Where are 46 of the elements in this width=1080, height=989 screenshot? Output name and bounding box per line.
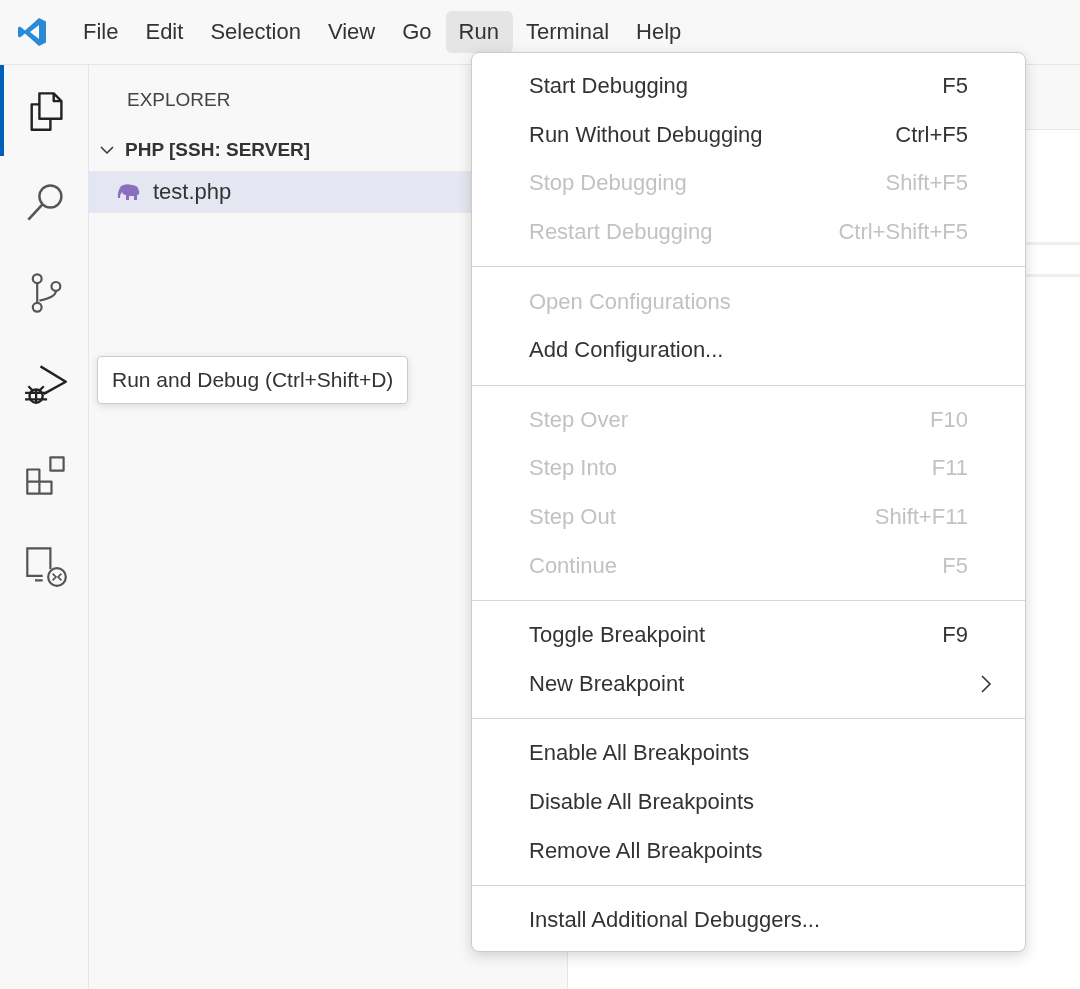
menu-item[interactable]: Install Additional Debuggers... xyxy=(472,895,1025,945)
shortcut-label: F5 xyxy=(942,552,968,579)
menu-item-label: Add Configuration... xyxy=(529,337,724,364)
app-logo-icon xyxy=(16,16,48,48)
menu-item-label: Toggle Breakpoint xyxy=(529,622,706,649)
shortcut-label: Shift+F11 xyxy=(874,504,968,531)
menu-bar-item[interactable]: View xyxy=(314,11,390,53)
menu-bar-item[interactable]: Run xyxy=(445,11,513,53)
menu-item[interactable]: Remove All Breakpoints xyxy=(472,826,1025,875)
menu-item[interactable]: Toggle Breakpoint F9 xyxy=(472,610,1025,660)
menu-bar-item[interactable]: File xyxy=(70,11,133,53)
menu-bar-item[interactable]: Go xyxy=(389,11,446,53)
menu-item-label: Continue xyxy=(529,552,618,579)
tooltip: Run and Debug (Ctrl+Shift+D) xyxy=(97,356,409,404)
menu-item-label: Step Out xyxy=(529,504,616,531)
menu-item-label: Restart Debugging xyxy=(529,219,713,246)
menu-item-label: Step Into xyxy=(529,455,618,482)
menu-item-label: Install Additional Debuggers... xyxy=(529,907,821,934)
shortcut-label: F9 xyxy=(942,622,968,649)
menu-bar-item[interactable]: Selection xyxy=(197,11,315,53)
menu-item-label: Step Over xyxy=(529,406,629,433)
folder-name: PHP [SSH: SERVER] xyxy=(125,139,311,161)
menu-item[interactable]: Run Without Debugging Ctrl+F5 xyxy=(472,110,1025,160)
menu-item-label: Enable All Breakpoints xyxy=(529,740,750,767)
panel-title: EXPLORER xyxy=(127,89,231,110)
menu-bar-item[interactable]: Terminal xyxy=(512,11,624,53)
menu-item[interactable]: Add Configuration... xyxy=(472,325,1025,375)
menu-item-label: Start Debugging xyxy=(529,73,688,100)
shortcut-label: F5 xyxy=(942,73,968,100)
shortcut-label: Ctrl+F5 xyxy=(895,121,968,148)
shortcut-label: F11 xyxy=(931,455,968,482)
elephant-icon xyxy=(117,183,141,201)
shortcut-label: Shift+F5 xyxy=(885,170,968,197)
menu-item[interactable]: Enable All Breakpoints xyxy=(472,729,1025,778)
menu-item[interactable]: Disable All Breakpoints xyxy=(472,777,1025,827)
menu-item-label: Run Without Debugging xyxy=(529,121,763,148)
menu-item-label: Disable All Breakpoints xyxy=(529,789,754,815)
menu-item-label: Remove All Breakpoints xyxy=(529,837,763,864)
menu-bar-item[interactable]: Edit xyxy=(132,11,198,53)
menu-item[interactable]: Start Debugging F5 xyxy=(472,62,1025,111)
menu-bar-item[interactable]: Help xyxy=(623,11,696,53)
shortcut-label: Ctrl+Shift+F5 xyxy=(838,219,968,246)
menu-item-label: New Breakpoint xyxy=(529,670,685,697)
menu-item-label: Open Configurations xyxy=(529,288,731,315)
menu-item[interactable]: New Breakpoint xyxy=(472,659,1025,709)
shortcut-label: F10 xyxy=(930,406,968,433)
